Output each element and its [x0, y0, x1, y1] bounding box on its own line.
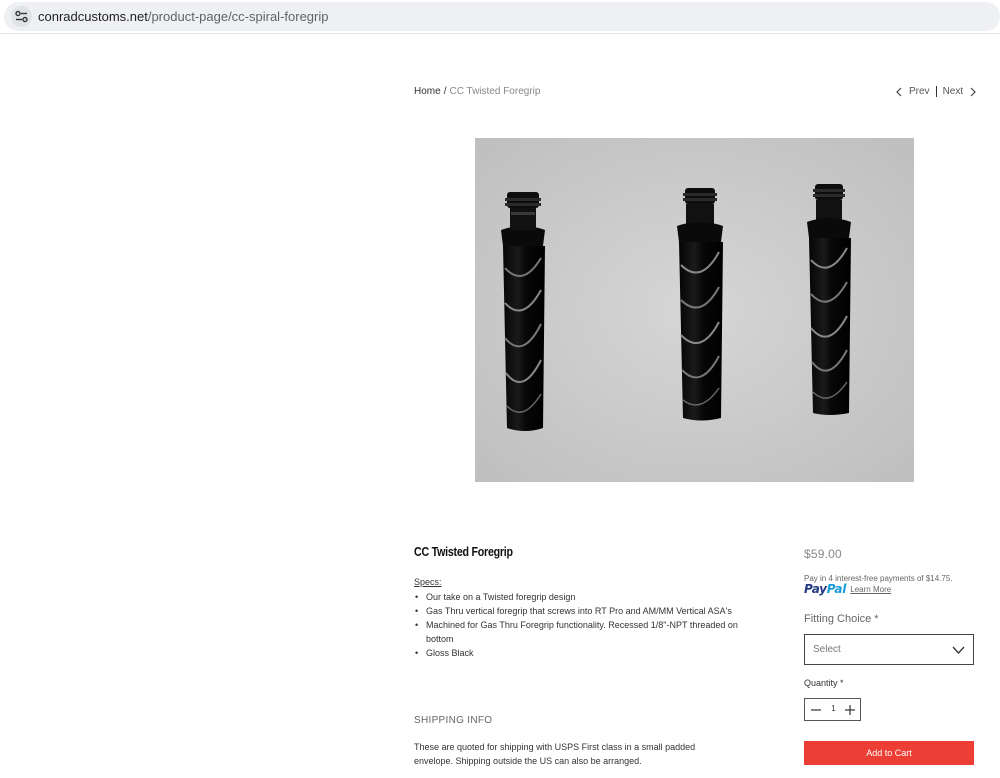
- shipping-info-title[interactable]: SHIPPING INFO: [414, 715, 492, 726]
- product-image[interactable]: [475, 138, 914, 482]
- add-to-cart-button[interactable]: Add to Cart: [804, 741, 974, 765]
- fitting-choice-label: Fitting Choice *: [804, 613, 879, 625]
- url-text[interactable]: conradcustoms.net/product-page/cc-spiral…: [38, 9, 328, 24]
- prev-label: Prev: [909, 86, 930, 97]
- fitting-choice-value: Select: [813, 644, 841, 655]
- url-host: conradcustoms.net: [38, 9, 148, 24]
- chevron-right-icon: [970, 87, 976, 96]
- list-item: Our take on a Twisted foregrip design: [414, 590, 754, 604]
- shipping-info-text: These are quoted for shipping with USPS …: [414, 742, 696, 766]
- chevron-down-icon: [952, 646, 965, 654]
- prev-link[interactable]: Prev: [895, 86, 930, 97]
- product-pager: Prev Next: [895, 86, 977, 97]
- site-settings-icon[interactable]: [11, 6, 32, 27]
- paypal-message: Pay in 4 interest-free payments of $14.7…: [804, 573, 954, 595]
- chevron-left-icon: [896, 87, 902, 96]
- omnibox[interactable]: conradcustoms.net/product-page/cc-spiral…: [4, 2, 1000, 31]
- breadcrumb-separator: /: [443, 86, 447, 97]
- paypal-learn-more-link[interactable]: Learn More: [850, 585, 891, 594]
- next-label: Next: [942, 86, 964, 97]
- browser-address-bar: conradcustoms.net/product-page/cc-spiral…: [0, 0, 1000, 34]
- breadcrumb-home-link[interactable]: Home: [414, 86, 441, 97]
- list-item: Machined for Gas Thru Foregrip functiona…: [414, 618, 754, 646]
- pager-divider: [935, 86, 937, 97]
- url-path: /product-page/cc-spiral-foregrip: [147, 9, 329, 24]
- quantity-label: Quantity *: [804, 678, 844, 688]
- paypal-logo: PayPal: [804, 582, 846, 596]
- specs-label: Specs:: [414, 577, 442, 587]
- next-link[interactable]: Next: [943, 86, 978, 97]
- minus-icon[interactable]: [810, 704, 822, 716]
- quantity-stepper[interactable]: 1: [804, 698, 861, 721]
- list-item: Gas Thru vertical foregrip that screws i…: [414, 604, 754, 618]
- plus-icon[interactable]: [844, 704, 856, 716]
- product-title: CC Twisted Foregrip: [414, 544, 513, 559]
- breadcrumb-current: CC Twisted Foregrip: [449, 86, 541, 97]
- fitting-choice-select[interactable]: Select: [804, 634, 974, 665]
- list-item: Gloss Black: [414, 646, 754, 660]
- product-price: $59.00: [804, 547, 842, 561]
- paypal-logo-pay: Pay: [804, 582, 827, 596]
- quantity-input[interactable]: 1: [827, 704, 840, 713]
- specs-list: Our take on a Twisted foregrip design Ga…: [414, 590, 754, 660]
- breadcrumb: Home / CC Twisted Foregrip: [414, 86, 540, 97]
- paypal-logo-pal: Pal: [826, 582, 847, 596]
